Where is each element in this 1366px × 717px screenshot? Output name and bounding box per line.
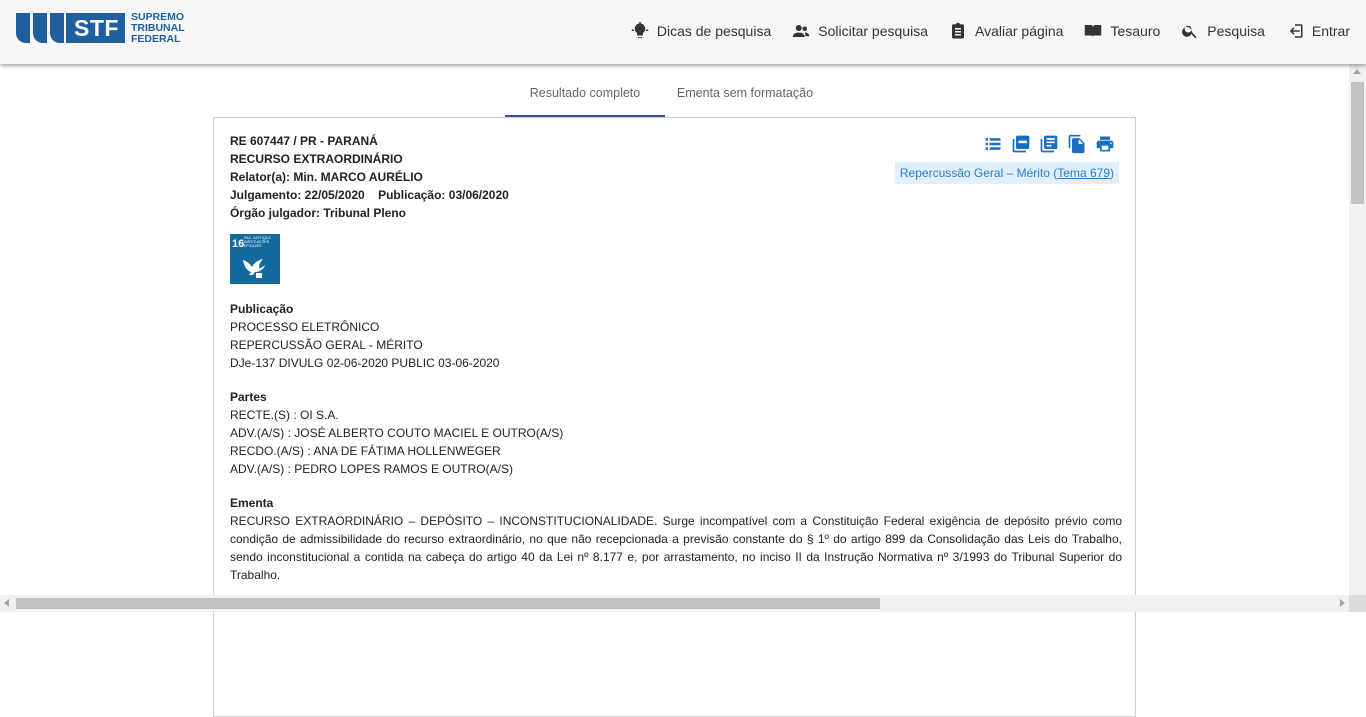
partes-line: ADV.(A/S) : PEDRO LOPES RAMOS E OUTRO(A/… bbox=[230, 460, 1122, 478]
lightbulb-icon bbox=[631, 22, 649, 40]
ods-label: PAZ, JUSTIÇA E INSTITUIÇÕES EFICAZES bbox=[244, 236, 278, 249]
tab-resultado-completo[interactable]: Resultado completo bbox=[505, 72, 665, 117]
partes-title: Partes bbox=[230, 388, 1122, 406]
publicacao-title: Publicação bbox=[230, 300, 1122, 318]
nav-entrar[interactable]: Entrar bbox=[1286, 22, 1350, 40]
top-header: STF SUPREMO TRIBUNAL FEDERAL Dicas de pe… bbox=[0, 0, 1366, 64]
logo-bars bbox=[16, 13, 64, 43]
partes-line: RECDO.(A/S) : ANA DE FÁTIMA HOLLENWEGER bbox=[230, 442, 1122, 460]
nav-label: Pesquisa bbox=[1207, 23, 1265, 39]
ods-number: 16 bbox=[232, 235, 244, 253]
publicacao-line: PROCESSO ELETRÔNICO bbox=[230, 318, 1122, 336]
document-content: RE 607447 / PR - PARANÁ RECURSO EXTRAORD… bbox=[230, 132, 1122, 584]
book-icon bbox=[1084, 22, 1102, 40]
tab-ementa-sem-formatacao[interactable]: Ementa sem formatação bbox=[665, 72, 825, 117]
scroll-right-icon[interactable] bbox=[1340, 599, 1345, 607]
login-icon bbox=[1286, 22, 1304, 40]
horizontal-scroll-thumb[interactable] bbox=[16, 598, 880, 609]
horizontal-scrollbar[interactable] bbox=[0, 595, 1349, 612]
search-icon bbox=[1181, 22, 1199, 40]
orgao-julgador: Órgão julgador: Tribunal Pleno bbox=[230, 204, 1122, 222]
nav-label: Entrar bbox=[1312, 23, 1350, 39]
nav-avaliar-pagina[interactable]: Avaliar página bbox=[949, 22, 1063, 40]
julgamento-date: Julgamento: 22/05/2020 bbox=[230, 188, 365, 202]
ods-16-badge[interactable]: 16 PAZ, JUSTIÇA E INSTITUIÇÕES EFICAZES bbox=[230, 234, 280, 284]
nav-label: Avaliar página bbox=[975, 23, 1063, 39]
ementa-text: RECURSO EXTRAORDINÁRIO – DEPÓSITO – INCO… bbox=[230, 512, 1122, 584]
clipboard-icon bbox=[949, 22, 967, 40]
people-icon bbox=[792, 22, 810, 40]
ementa-title: Ementa bbox=[230, 494, 1122, 512]
dove-icon bbox=[240, 252, 270, 280]
document-panel: Repercussão Geral – Mérito (Tema 679) RE… bbox=[213, 117, 1136, 717]
dates-line: Julgamento: 22/05/2020 Publicação: 03/06… bbox=[230, 186, 1122, 204]
nav-label: Tesauro bbox=[1110, 23, 1160, 39]
logo-text: SUPREMO TRIBUNAL FEDERAL bbox=[131, 12, 185, 45]
publicacao-line: DJe-137 DIVULG 02-06-2020 PUBLIC 03-06-2… bbox=[230, 354, 1122, 372]
partes-line: RECTE.(S) : OI S.A. bbox=[230, 406, 1122, 424]
relator: Relator(a): Min. MARCO AURÉLIO bbox=[230, 168, 1122, 186]
vertical-scrollbar[interactable] bbox=[1349, 64, 1366, 612]
vertical-scroll-thumb[interactable] bbox=[1351, 82, 1364, 204]
publicacao-date: Publicação: 03/06/2020 bbox=[378, 188, 509, 202]
scroll-left-icon[interactable] bbox=[4, 599, 9, 607]
publicacao-line: REPERCUSSÃO GERAL - MÉRITO bbox=[230, 336, 1122, 354]
partes-line: ADV.(A/S) : JOSÉ ALBERTO COUTO MACIEL E … bbox=[230, 424, 1122, 442]
nav-tesauro[interactable]: Tesauro bbox=[1084, 22, 1160, 40]
case-type: RECURSO EXTRAORDINÁRIO bbox=[230, 150, 1122, 168]
scroll-up-icon[interactable] bbox=[1353, 69, 1361, 74]
scrollbar-corner bbox=[1349, 595, 1366, 612]
header-nav: Dicas de pesquisa Solicitar pesquisa Ava… bbox=[610, 0, 1350, 62]
nav-dicas-de-pesquisa[interactable]: Dicas de pesquisa bbox=[631, 22, 771, 40]
case-number: RE 607447 / PR - PARANÁ bbox=[230, 132, 1122, 150]
nav-label: Dicas de pesquisa bbox=[657, 23, 771, 39]
nav-label: Solicitar pesquisa bbox=[818, 23, 928, 39]
result-tabs: Resultado completo Ementa sem formatação bbox=[505, 72, 825, 118]
nav-pesquisa[interactable]: Pesquisa bbox=[1181, 22, 1265, 40]
stf-logo[interactable]: STF SUPREMO TRIBUNAL FEDERAL bbox=[16, 12, 185, 44]
nav-solicitar-pesquisa[interactable]: Solicitar pesquisa bbox=[792, 22, 928, 40]
logo-abbr: STF bbox=[66, 13, 125, 43]
